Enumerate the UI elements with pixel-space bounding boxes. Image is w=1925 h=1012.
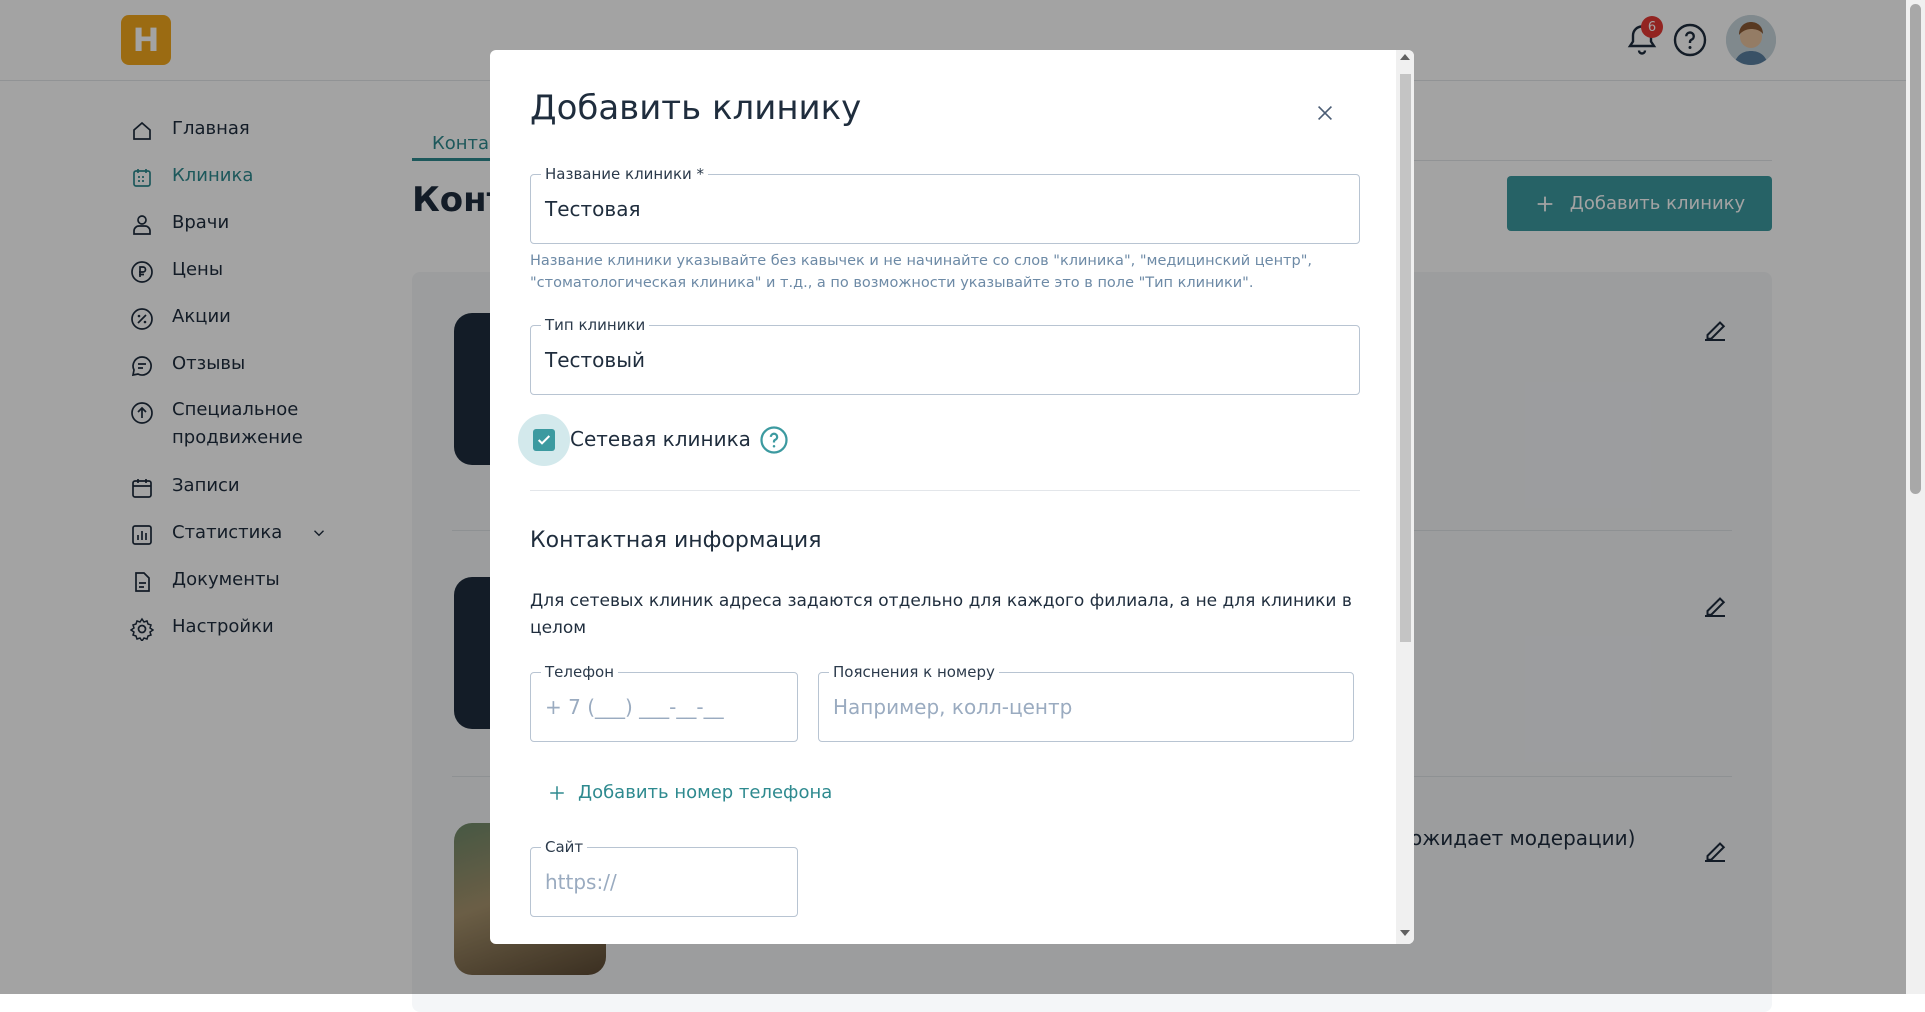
contact-section-title: Контактная информация xyxy=(530,528,822,553)
phone-field[interactable]: Телефон + 7 (___) ___-__-__ xyxy=(530,663,798,742)
clinic-name-value: Тестовая xyxy=(545,197,641,221)
network-clinic-label[interactable]: Сетевая клиника xyxy=(570,427,751,451)
site-placeholder: https:// xyxy=(545,870,617,894)
phone-note-field[interactable]: Пояснения к номеру Например, колл-центр xyxy=(818,663,1354,742)
clinic-name-field[interactable]: Название клиники * Тестовая xyxy=(530,165,1360,244)
clinic-type-label: Тип клиники xyxy=(541,316,650,334)
scroll-up-arrow-icon[interactable] xyxy=(1400,54,1410,60)
site-label: Сайт xyxy=(541,838,588,856)
dialog-title: Добавить клинику xyxy=(530,88,862,128)
clinic-name-label: Название клиники * xyxy=(541,165,709,183)
add-phone-label: Добавить номер телефона xyxy=(578,782,833,803)
close-icon xyxy=(1317,105,1333,121)
dialog-scrollbar-thumb[interactable] xyxy=(1400,74,1411,642)
contact-section-note: Для сетевых клиник адреса задаются отдел… xyxy=(530,591,1352,638)
phone-placeholder: + 7 (___) ___-__-__ xyxy=(545,695,724,719)
checkmark-icon xyxy=(537,435,551,445)
help-circle-icon[interactable] xyxy=(759,425,789,455)
plus-icon xyxy=(550,785,564,800)
clinic-name-hint: Название клиники указывайте без кавычек … xyxy=(530,253,1312,291)
network-clinic-checkbox[interactable] xyxy=(533,429,555,451)
clinic-type-field[interactable]: Тип клиники Тестовый xyxy=(530,316,1360,395)
section-divider xyxy=(530,490,1360,491)
page-scrollbar-thumb[interactable] xyxy=(1910,4,1921,494)
add-phone-button[interactable]: Добавить номер телефона xyxy=(548,782,832,803)
clinic-type-value: Тестовый xyxy=(545,348,645,372)
close-button[interactable] xyxy=(1310,98,1340,128)
add-clinic-dialog: Добавить клинику Название клиники * Тест… xyxy=(490,50,1414,944)
site-field[interactable]: Сайт https:// xyxy=(530,838,798,917)
phone-note-placeholder: Например, колл-центр xyxy=(833,695,1073,719)
scroll-down-arrow-icon[interactable] xyxy=(1400,930,1410,936)
phone-label: Телефон xyxy=(541,663,619,681)
phone-note-label: Пояснения к номеру xyxy=(829,663,999,681)
